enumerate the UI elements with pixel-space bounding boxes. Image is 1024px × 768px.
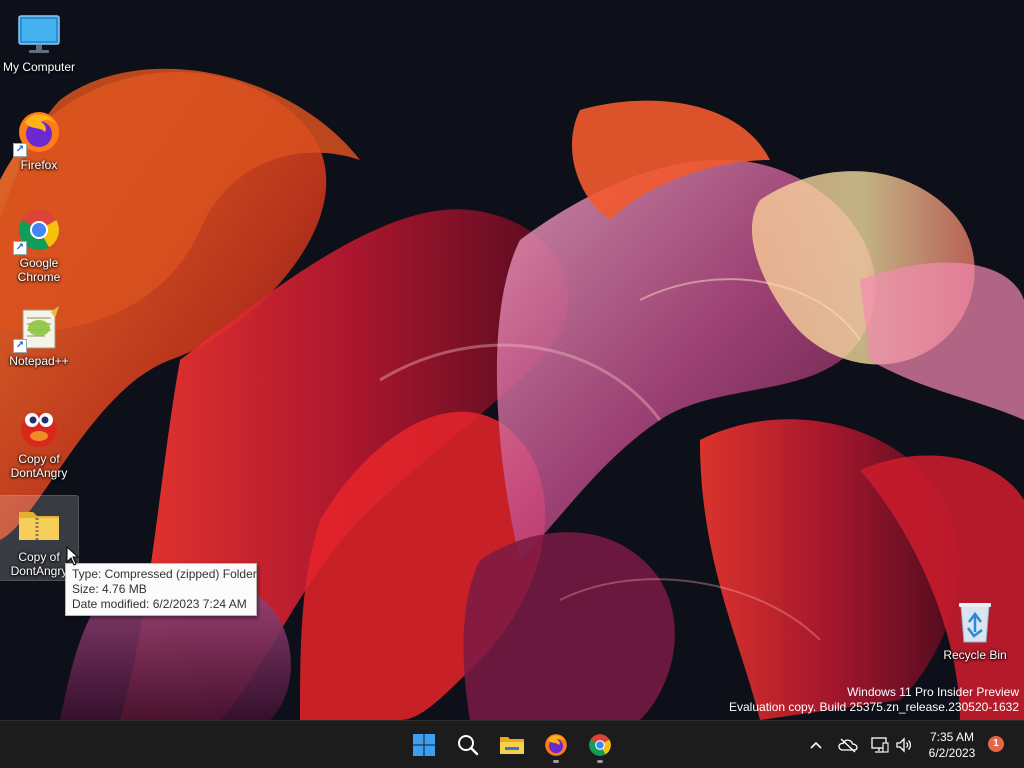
desktop-icon-recycle-bin[interactable]: Recycle Bin [938, 594, 1012, 662]
desktop-icon-my-computer[interactable]: My Computer [0, 6, 78, 74]
firefox-icon [545, 734, 567, 756]
desktop-icon-label: Notepad++ [9, 354, 69, 368]
tooltip-type: Type: Compressed (zipped) Folder [72, 567, 257, 581]
show-hidden-icons-button[interactable] [806, 735, 826, 755]
tooltip-size: Size: 4.76 MB [72, 582, 147, 596]
desktop-icon-chrome[interactable]: ↗ Google Chrome [0, 202, 78, 284]
chrome-icon: ↗ [13, 206, 63, 255]
firefox-icon: ↗ [13, 108, 63, 157]
taskbar-clock[interactable]: 7:35 AM 6/2/2023 [920, 729, 984, 761]
mouse-cursor-icon [66, 546, 80, 566]
running-indicator [597, 760, 603, 763]
shortcut-arrow-icon: ↗ [13, 143, 27, 157]
clock-date: 6/2/2023 [928, 746, 976, 760]
windows-start-icon [413, 734, 435, 756]
desktop-icon-dontangry-copy[interactable]: Copy of DontAngry [0, 398, 78, 480]
search-icon [458, 735, 479, 756]
desktop-icon-label: Recycle Bin [943, 648, 1007, 662]
shortcut-arrow-icon: ↗ [13, 339, 27, 353]
dontangry-app-icon [15, 402, 63, 450]
watermark-edition: Windows 11 Pro Insider Preview [847, 685, 1019, 699]
network-icon [871, 737, 889, 753]
desktop-icon-label: My Computer [2, 60, 76, 74]
desktop-icon-label: Google Chrome [17, 256, 61, 284]
clock-time: 7:35 AM [929, 730, 975, 744]
windows-build-watermark: Windows 11 Pro Insider Preview Evaluatio… [729, 685, 1019, 715]
network-button[interactable] [870, 735, 890, 755]
watermark-build: Evaluation copy. Build 25375.zn_release.… [729, 700, 1019, 714]
notification-badge[interactable]: 1 [988, 736, 1004, 752]
running-indicator [553, 760, 559, 763]
taskbar-chrome-button[interactable] [580, 725, 620, 765]
zipped-folder-icon [15, 500, 63, 548]
file-explorer-button[interactable] [492, 725, 532, 765]
shortcut-arrow-icon: ↗ [13, 241, 27, 255]
desktop-icon-label: Firefox [20, 158, 58, 172]
chrome-icon [589, 734, 611, 756]
cloud-offline-icon [838, 738, 858, 753]
chevron-up-icon [810, 741, 822, 749]
speaker-icon [896, 737, 912, 753]
start-button[interactable] [404, 725, 444, 765]
recycle-bin-icon [951, 598, 999, 646]
file-info-tooltip: Type: Compressed (zipped) Folder Size: 4… [65, 563, 257, 616]
search-button[interactable] [448, 725, 488, 765]
tooltip-date: Date modified: 6/2/2023 7:24 AM [72, 597, 247, 611]
onedrive-offline-button[interactable] [838, 735, 858, 755]
taskbar-firefox-button[interactable] [536, 725, 576, 765]
desktop-icon-firefox[interactable]: ↗ Firefox [0, 104, 78, 172]
file-explorer-icon [500, 737, 524, 754]
monitor-icon [15, 10, 63, 58]
notepadpp-icon: ↗ [13, 304, 63, 353]
desktop-icon-label: Copy of DontAngry [10, 452, 68, 480]
volume-button[interactable] [894, 735, 914, 755]
taskbar: 7:35 AM 6/2/2023 [0, 720, 1024, 768]
desktop-icon-notepadpp[interactable]: ↗ Notepad++ [0, 300, 78, 368]
